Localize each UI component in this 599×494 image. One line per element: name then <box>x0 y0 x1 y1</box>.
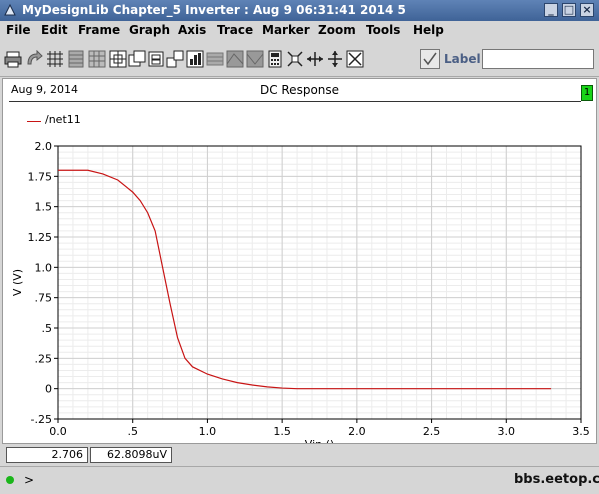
plot-svg[interactable]: 0.0 .5 1.0 1.5 2.0 2.5 3.0 3.5 -.25 0 .25 .5 .75 1.0 1… <box>3 79 596 443</box>
window-title: MyDesignLib Chapter_5 Inverter : Aug 9 0… <box>22 3 406 17</box>
status-indicator-icon <box>6 476 14 484</box>
cursor-y-readout: 62.8098uV <box>90 447 172 463</box>
toolbar: Label <box>0 44 599 77</box>
contour-icon[interactable] <box>226 50 244 68</box>
graph-panel: Aug 9, 2014 DC Response 1 /net11 0.0.5 1.… <box>2 78 597 444</box>
zoom-fit-icon[interactable] <box>109 50 127 68</box>
app-icon <box>3 3 17 17</box>
bars-icon[interactable] <box>186 50 204 68</box>
pan-y-icon[interactable] <box>326 50 344 68</box>
menu-frame[interactable]: Frame <box>78 23 120 37</box>
x-tick-label: 1.5 <box>273 425 291 438</box>
menu-graph[interactable]: Graph <box>129 23 170 37</box>
label-checkbox[interactable] <box>420 49 440 69</box>
x-tick-label: 3.5 <box>572 425 590 438</box>
menu-axis[interactable]: Axis <box>178 23 206 37</box>
contour2-icon[interactable] <box>246 50 264 68</box>
y-axis-label: V (V) <box>11 269 24 296</box>
menu-trace[interactable]: Trace <box>217 23 253 37</box>
x-tick-label: 1.0 <box>199 425 217 438</box>
menu-zoom[interactable]: Zoom <box>318 23 356 37</box>
y-tick-label: 1.25 <box>28 231 53 244</box>
strip-icon[interactable] <box>67 50 85 68</box>
pan-x-icon[interactable] <box>306 50 324 68</box>
x-tick-label: 3.0 <box>498 425 516 438</box>
menu-marker[interactable]: Marker <box>262 23 310 37</box>
command-input[interactable] <box>20 470 508 490</box>
menu-file[interactable]: File <box>6 23 31 37</box>
x-tick-label: 0.0 <box>49 425 67 438</box>
close-button[interactable]: × <box>580 3 594 17</box>
y-tick-label: .75 <box>35 292 53 305</box>
shade-icon[interactable] <box>206 50 224 68</box>
x-tick-label: 2.0 <box>348 425 366 438</box>
y-tick-label: 2.0 <box>35 140 53 153</box>
x-tick-label: 2.5 <box>423 425 441 438</box>
y-tick-label: .25 <box>35 352 53 365</box>
menu-help[interactable]: Help <box>413 23 444 37</box>
title-bar: MyDesignLib Chapter_5 Inverter : Aug 9 0… <box>0 0 599 21</box>
y-tick-label: 1.0 <box>35 261 53 274</box>
refresh-icon[interactable] <box>25 50 43 68</box>
print-icon[interactable] <box>4 50 22 68</box>
menu-bar: File Edit Frame Graph Axis Trace Marker … <box>0 21 599 41</box>
status-bar: > <box>0 466 599 494</box>
minimize-button[interactable]: _ <box>544 3 558 17</box>
duplicate-icon[interactable] <box>128 50 146 68</box>
y-tick-label: .5 <box>42 322 53 335</box>
maximize-button[interactable]: □ <box>562 3 576 17</box>
menu-tools[interactable]: Tools <box>366 23 400 37</box>
label-field[interactable] <box>482 49 594 69</box>
zoom-in-icon[interactable] <box>286 50 304 68</box>
y-tick-label: 1.5 <box>35 201 53 214</box>
y-tick-label: -.25 <box>31 413 52 426</box>
label-caption: Label <box>444 52 481 66</box>
x-tick-label: .5 <box>127 425 138 438</box>
plot-frame <box>57 145 582 420</box>
x-axis-label: Vin () <box>305 438 334 443</box>
cursor-x-readout: 2.706 <box>6 447 88 463</box>
calculator-icon[interactable] <box>266 50 284 68</box>
grid-icon[interactable] <box>46 50 64 68</box>
watermark: bbs.eetop.cn <box>514 472 599 487</box>
table-icon[interactable] <box>88 50 106 68</box>
link-icon[interactable] <box>166 50 184 68</box>
fit-icon[interactable] <box>346 50 364 68</box>
y-tick-label: 1.75 <box>28 170 53 183</box>
frame-icon[interactable] <box>147 50 165 68</box>
menu-edit[interactable]: Edit <box>41 23 68 37</box>
y-tick-label: 0 <box>45 383 52 396</box>
